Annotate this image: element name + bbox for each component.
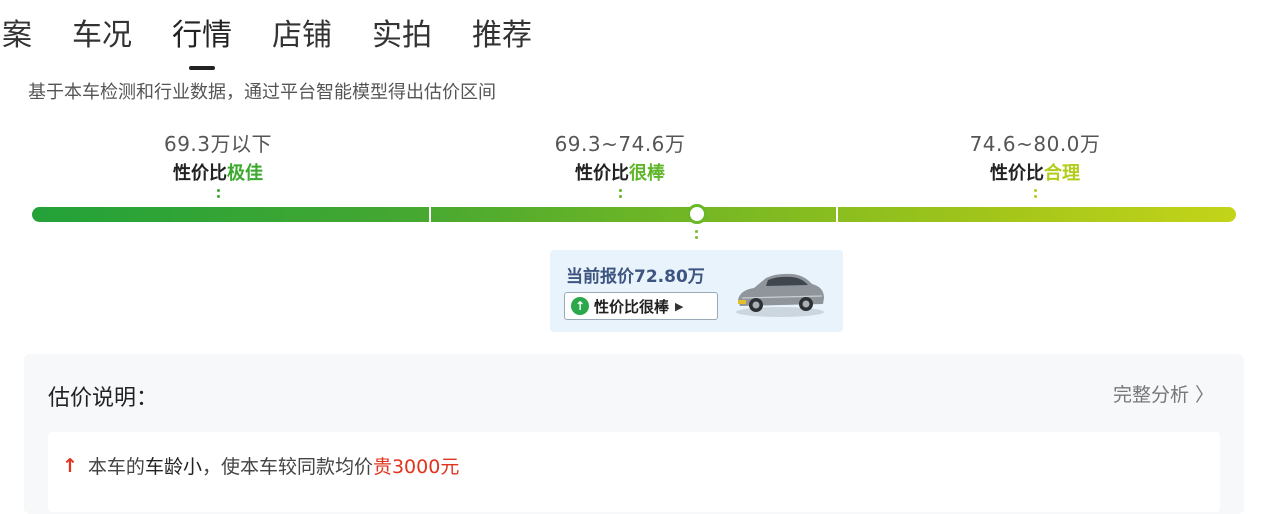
play-triangle-icon: ▶ [675, 299, 684, 313]
current-price-marker [687, 204, 707, 224]
range-rating: 性价比极佳 [173, 163, 263, 184]
current-price-card: 当前报价72.80万 ↑ 性价比很棒 ▶ [550, 250, 843, 332]
range-price: 74.6~80.0万 [969, 132, 1101, 156]
range-reasonable: 74.6~80.0万 性价比合理 [935, 128, 1135, 201]
arrow-up-icon: ↑ [62, 454, 78, 477]
tab-archive[interactable]: 档案 [0, 14, 32, 64]
reason-text-mid: ，使本车较同款均价 [201, 456, 373, 478]
current-price-label: 当前报价72.80万 [566, 267, 705, 287]
bar-separator [429, 207, 431, 222]
range-price: 69.3~74.6万 [554, 132, 686, 156]
reason-text-pre: 本车的 [87, 456, 145, 478]
reason-row: ↑ 本车的 车龄小 ，使本车较同款均价 贵3000元 [62, 452, 459, 479]
section-tabs: 档案 车况 行情 店铺 实拍 推荐 [0, 14, 572, 64]
estimate-title: 估价说明： [48, 386, 159, 411]
estimate-reason-card: ↑ 本车的 车龄小 ，使本车较同款均价 贵3000元 [48, 432, 1220, 512]
range-price: 69.3万以下 [163, 132, 273, 156]
marker-dots [695, 230, 698, 242]
full-analysis-link[interactable]: 完整分析 〉 [1113, 380, 1214, 407]
estimate-panel: 估价说明： 完整分析 〉 ↑ 本车的 车龄小 ，使本车较同款均价 贵3000元 [24, 354, 1244, 514]
reason-factor: 车龄小 [144, 456, 202, 478]
car-image [736, 273, 824, 317]
value-rating-label: 性价比很棒 [594, 297, 670, 316]
tab-photos[interactable]: 实拍 [372, 14, 432, 64]
reason-price-diff: 贵3000元 [372, 456, 460, 478]
range-dots [216, 189, 220, 198]
price-range-bar [32, 207, 1236, 222]
range-great: 69.3~74.6万 性价比很棒 [520, 128, 720, 201]
value-rating-button[interactable]: ↑ 性价比很棒 ▶ [564, 292, 718, 320]
range-rating: 性价比合理 [990, 163, 1080, 184]
estimate-subtitle: 基于本车检测和行业数据，通过平台智能模型得出估价区间 [28, 82, 496, 103]
arrow-up-circle-icon: ↑ [571, 297, 589, 315]
range-excellent: 69.3万以下 性价比极佳 [118, 128, 318, 201]
range-dots [1033, 189, 1037, 198]
tab-store[interactable]: 店铺 [272, 14, 332, 64]
tab-recommend[interactable]: 推荐 [472, 14, 532, 64]
range-dots [618, 189, 622, 198]
range-rating: 性价比很棒 [575, 163, 665, 184]
bar-separator [836, 207, 838, 222]
tab-market[interactable]: 行情 [172, 14, 232, 64]
tab-condition[interactable]: 车况 [72, 14, 132, 64]
